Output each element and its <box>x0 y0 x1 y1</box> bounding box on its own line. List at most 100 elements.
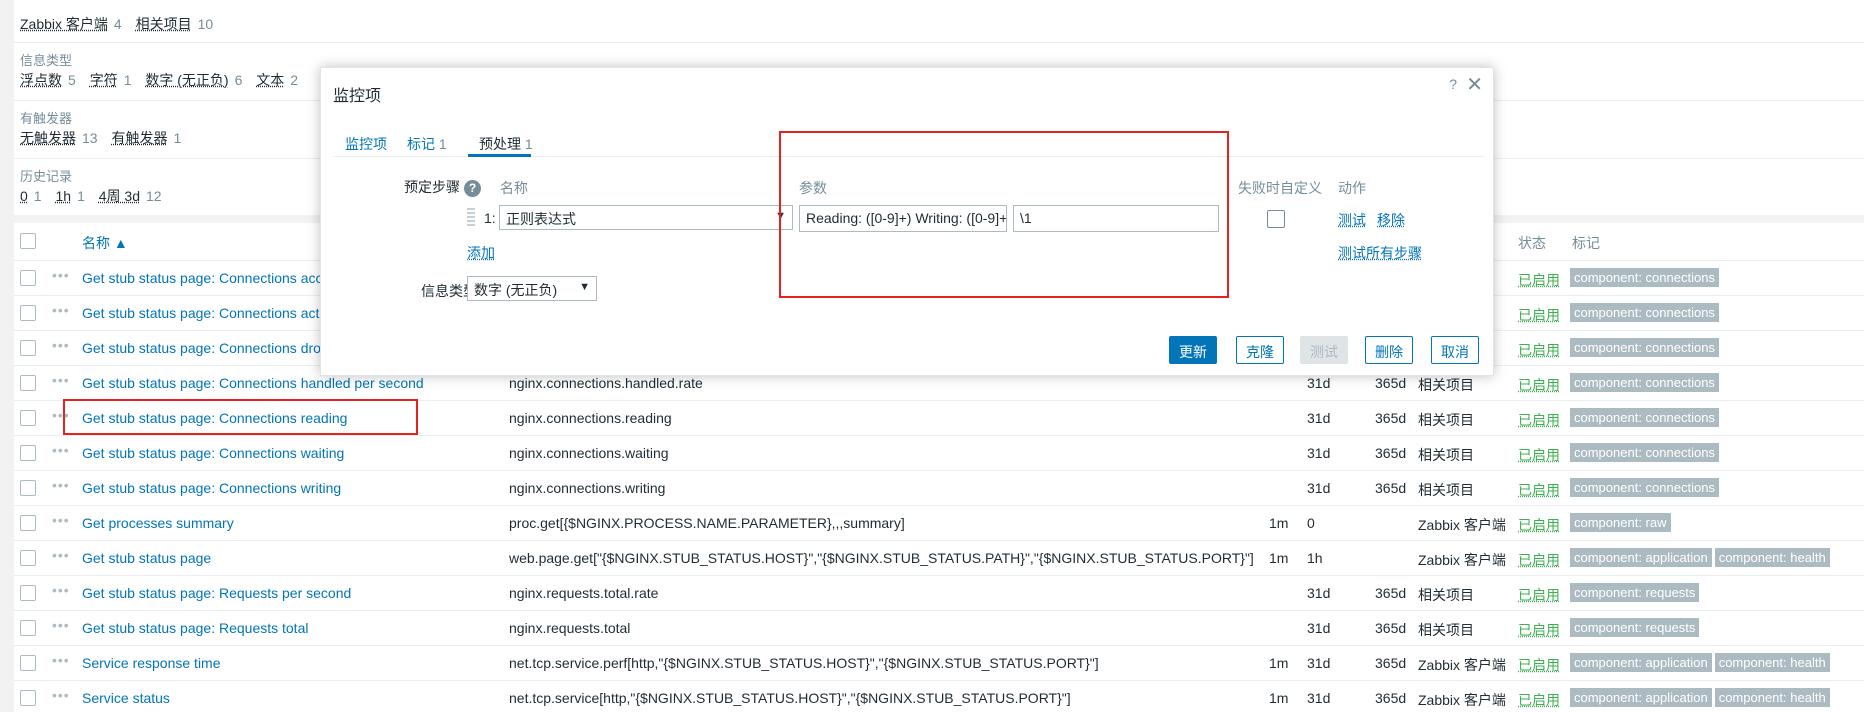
tag-badge[interactable]: component: application <box>1570 688 1712 707</box>
item-name-link[interactable]: Get stub status page: Connections drop <box>82 340 329 356</box>
filter-link[interactable]: 4周 3d <box>99 188 140 204</box>
tag-badge[interactable]: component: raw <box>1570 513 1671 532</box>
more-actions-icon[interactable]: ••• <box>52 512 70 528</box>
more-actions-icon[interactable]: ••• <box>52 652 70 668</box>
tag-badge[interactable]: component: connections <box>1570 478 1719 497</box>
info-type-select[interactable]: 数字 (无正负) ▼ <box>467 276 597 301</box>
row-checkbox[interactable] <box>20 585 36 601</box>
tag-badge[interactable]: component: connections <box>1570 303 1719 322</box>
more-actions-icon[interactable]: ••• <box>52 547 70 563</box>
more-actions-icon[interactable]: ••• <box>52 617 70 633</box>
row-checkbox[interactable] <box>20 515 36 531</box>
item-name-link[interactable]: Service response time <box>82 655 221 671</box>
tab-item[interactable]: 监控项 <box>345 134 387 154</box>
filter-link[interactable]: 字符 <box>90 72 118 88</box>
tag-badge[interactable]: component: application <box>1570 653 1712 672</box>
more-actions-icon[interactable]: ••• <box>52 302 70 318</box>
row-checkbox[interactable] <box>20 445 36 461</box>
help-icon[interactable]: ? <box>464 179 481 197</box>
item-name-link[interactable]: Get stub status page: Connections writin… <box>82 480 341 496</box>
tag-badge[interactable]: component: health <box>1714 548 1830 567</box>
filter-link[interactable]: 无触发器 <box>20 130 76 146</box>
item-tags: component: requests <box>1570 618 1702 637</box>
item-status-link[interactable]: 已启用 <box>1518 480 1560 500</box>
more-actions-icon[interactable]: ••• <box>52 477 70 493</box>
tab-preprocessing[interactable]: 预处理 1 <box>479 134 533 154</box>
close-icon[interactable]: ✕ <box>1466 72 1483 97</box>
filter-link[interactable]: 浮点数 <box>20 72 62 88</box>
clone-button[interactable]: 克隆 <box>1236 336 1284 364</box>
item-status-link[interactable]: 已启用 <box>1518 550 1560 570</box>
item-status-link[interactable]: 已启用 <box>1518 585 1560 605</box>
custom-on-fail-checkbox[interactable] <box>1267 210 1285 228</box>
item-status-link[interactable]: 已启用 <box>1518 515 1560 535</box>
more-actions-icon[interactable]: ••• <box>52 442 70 458</box>
more-actions-icon[interactable]: ••• <box>52 582 70 598</box>
tag-badge[interactable]: component: connections <box>1570 268 1719 287</box>
item-name-link[interactable]: Get stub status page: Connections activ <box>82 305 329 321</box>
row-checkbox[interactable] <box>20 305 36 321</box>
tag-badge[interactable]: component: connections <box>1570 373 1719 392</box>
filter-link[interactable]: 相关项目 <box>136 16 192 32</box>
tag-badge[interactable]: component: requests <box>1570 583 1700 602</box>
item-name-link[interactable]: Get stub status page: Requests per secon… <box>82 585 351 601</box>
row-checkbox[interactable] <box>20 270 36 286</box>
row-checkbox[interactable] <box>20 340 36 356</box>
tag-badge[interactable]: component: connections <box>1570 408 1719 427</box>
filter-link[interactable]: 0 <box>20 188 28 204</box>
item-name-link[interactable]: Get processes summary <box>82 515 234 531</box>
select-all-checkbox[interactable] <box>20 233 36 249</box>
item-name-link[interactable]: Get stub status page: Connections waitin… <box>82 445 344 461</box>
filter-link[interactable]: 文本 <box>256 72 284 88</box>
item-tags: component: connections <box>1570 268 1722 287</box>
update-button[interactable]: 更新 <box>1169 336 1217 364</box>
more-actions-icon[interactable]: ••• <box>52 337 70 353</box>
test-step-link[interactable]: 测试 <box>1338 210 1366 230</box>
item-status-link[interactable]: 已启用 <box>1518 690 1560 710</box>
column-header-name[interactable]: 名称 ▲ <box>82 233 128 253</box>
item-key: web.page.get["{$NGINX.STUB_STATUS.HOST}"… <box>509 550 1254 566</box>
item-status-link[interactable]: 已启用 <box>1518 305 1560 325</box>
more-actions-icon[interactable]: ••• <box>52 372 70 388</box>
item-status-link[interactable]: 已启用 <box>1518 620 1560 640</box>
drag-handle-icon[interactable] <box>467 208 475 228</box>
row-checkbox[interactable] <box>20 655 36 671</box>
row-checkbox[interactable] <box>20 375 36 391</box>
item-status-link[interactable]: 已启用 <box>1518 445 1560 465</box>
more-actions-icon[interactable]: ••• <box>52 267 70 283</box>
cancel-button[interactable]: 取消 <box>1431 336 1479 364</box>
help-icon[interactable]: ? <box>1449 76 1457 92</box>
add-step-link[interactable]: 添加 <box>467 243 495 263</box>
item-name-link[interactable]: Get stub status page <box>82 550 211 566</box>
filter-link[interactable]: 数字 (无正负) <box>145 72 228 88</box>
row-checkbox[interactable] <box>20 620 36 636</box>
item-status-link[interactable]: 已启用 <box>1518 655 1560 675</box>
item-name-link[interactable]: Service status <box>82 690 170 706</box>
step-type-select[interactable]: 正则表达式 ▼ <box>499 205 793 230</box>
test-all-steps-link[interactable]: 测试所有步骤 <box>1338 243 1422 263</box>
row-checkbox[interactable] <box>20 550 36 566</box>
row-checkbox[interactable] <box>20 480 36 496</box>
item-status-link[interactable]: 已启用 <box>1518 270 1560 290</box>
tag-badge[interactable]: component: health <box>1714 688 1830 707</box>
tab-tags[interactable]: 标记 1 <box>407 134 447 154</box>
item-status-link[interactable]: 已启用 <box>1518 340 1560 360</box>
filter-link[interactable]: Zabbix 客户端 <box>20 16 108 32</box>
remove-step-link[interactable]: 移除 <box>1377 210 1405 230</box>
tag-badge[interactable]: component: health <box>1714 653 1830 672</box>
tag-badge[interactable]: component: requests <box>1570 618 1700 637</box>
item-name-link[interactable]: Get stub status page: Requests total <box>82 620 308 636</box>
item-name-link[interactable]: Get stub status page: Connections handle… <box>82 375 424 391</box>
item-status-link[interactable]: 已启用 <box>1518 410 1560 430</box>
delete-button[interactable]: 删除 <box>1365 336 1413 364</box>
tag-badge[interactable]: component: connections <box>1570 338 1719 357</box>
item-status-link[interactable]: 已启用 <box>1518 375 1560 395</box>
filter-link[interactable]: 有触发器 <box>111 130 167 146</box>
more-actions-icon[interactable]: ••• <box>52 687 70 703</box>
tag-badge[interactable]: component: connections <box>1570 443 1719 462</box>
row-checkbox[interactable] <box>20 690 36 706</box>
item-name-link[interactable]: Get stub status page: Connections acce <box>82 270 330 286</box>
filter-link[interactable]: 1h <box>55 188 71 204</box>
row-checkbox[interactable] <box>20 410 36 426</box>
tag-badge[interactable]: component: application <box>1570 548 1712 567</box>
